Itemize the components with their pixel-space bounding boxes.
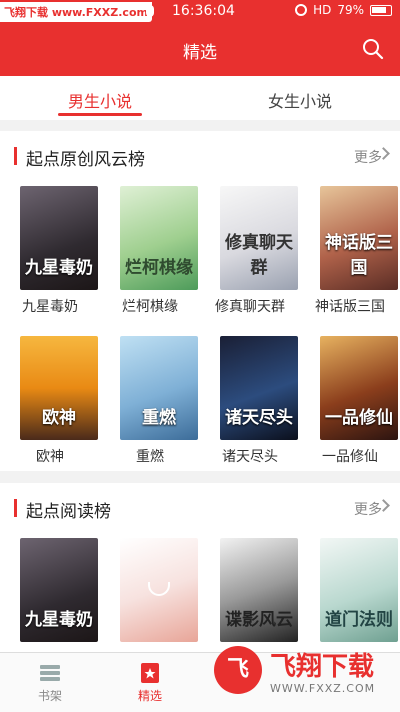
tab-male-novels[interactable]: 男生小说 [0,76,200,120]
status-bar: 飞翔下载 www.FXXZ.com 16:36:04 HD 79% [0,0,400,24]
book-title[interactable]: 重燃 [100,446,200,466]
cover-text: 诸天尽头 [225,408,293,428]
book-card[interactable]: 九星毒奶 九星毒奶 [0,186,100,336]
book-title[interactable]: 神话版三国 [300,296,400,316]
alarm-icon [295,4,308,16]
book-card[interactable]: 烂柯棋缘 烂柯棋缘 [100,186,200,336]
book-cover[interactable]: 欧神 [20,336,98,440]
book-card[interactable]: 修真聊天群 修真聊天群 [200,186,300,336]
network-label: HD [313,3,332,17]
book-title[interactable]: 修真聊天群 [200,296,300,316]
book-cover[interactable]: 烂柯棋缘 [120,186,198,290]
book-cover[interactable]: 道门法则 [320,538,398,642]
section-accent-bar [14,499,17,517]
book-title[interactable]: 一品修仙 [300,446,400,466]
book-cover[interactable]: 修真聊天群 [220,186,298,290]
watermark-logo-text: 飞翔下载 [270,652,375,682]
cover-text: 欧神 [42,408,76,428]
tab-label: 书架 [37,689,62,703]
tab-featured[interactable]: 精选 [100,653,200,712]
section-header: 起点阅读榜 更多 [0,483,400,533]
book-title[interactable]: 欧神 [0,446,100,466]
section-title: 起点原创风云榜 [26,150,145,170]
section-accent-bar [14,147,17,165]
book-cover[interactable]: 诸天尽头 [220,336,298,440]
book-title[interactable]: 烂柯棋缘 [100,296,200,316]
battery-percent: 79% [337,3,364,17]
app-header: 精选 [0,24,400,76]
cover-text: 重燃 [142,408,176,428]
book-card[interactable]: 神话版三国 神话版三国 [300,186,400,336]
book-cover[interactable]: 重燃 [120,336,198,440]
site-watermark: 飞 飞翔下载 WWW.FXXZ.COM [214,644,394,706]
watermark-url: WWW.FXXZ.COM [270,682,376,695]
cover-text: 道门法则 [325,610,393,630]
more-link[interactable]: 更多 [354,147,382,167]
book-cover[interactable]: 一品修仙 [320,336,398,440]
featured-icon [141,663,159,683]
book-cover[interactable]: 九星毒奶 [20,538,98,642]
section-title: 起点阅读榜 [26,502,111,522]
book-cover[interactable]: 谍影风云 [220,538,298,642]
search-icon[interactable] [362,38,384,60]
more-link[interactable]: 更多 [354,499,382,519]
cover-text: 九星毒奶 [25,258,93,278]
watermark-badge: 飞翔下载 www.FXXZ.com [0,2,152,22]
book-card[interactable]: 欧神 欧神 [0,336,100,486]
cover-text: 烂柯棋缘 [125,258,193,278]
microphone-icon [146,5,154,17]
battery-icon [370,4,392,16]
bowl-icon [148,582,170,596]
cover-text: 一品修仙 [325,408,393,428]
book-card[interactable]: 一品修仙 一品修仙 [300,336,400,486]
tab-label: 精选 [137,689,162,703]
book-title[interactable]: 九星毒奶 [0,296,100,316]
book-cover[interactable]: 九星毒奶 [20,186,98,290]
book-title[interactable]: 诸天尽头 [200,446,300,466]
gender-tabs: 男生小说 女生小说 [0,76,400,120]
cover-text: 神话版三国 [325,233,393,278]
status-time: 16:36:04 [172,3,235,19]
page-title: 精选 [183,43,217,63]
section-header: 起点原创风云榜 更多 [0,131,400,181]
book-card[interactable]: 重燃 重燃 [100,336,200,486]
bookshelf-icon [40,665,60,681]
tab-female-novels[interactable]: 女生小说 [200,76,400,120]
cover-text: 修真聊天群 [225,233,293,278]
cover-text: 谍影风云 [225,610,293,630]
book-cover[interactable]: 神话版三国 [320,186,398,290]
cover-text: 九星毒奶 [25,610,93,630]
section-reading-ranking: 起点阅读榜 更多 九星毒奶 谍影风云 道门法则 [0,483,400,652]
tab-bookshelf[interactable]: 书架 [0,653,100,712]
section-original-ranking: 起点原创风云榜 更多 九星毒奶 九星毒奶 烂柯棋缘 烂柯棋缘 修真聊天群 修真聊… [0,131,400,471]
watermark-logo-icon: 飞 [214,646,262,694]
book-cover-placeholder[interactable] [120,538,198,642]
book-card[interactable]: 诸天尽头 诸天尽头 [200,336,300,486]
